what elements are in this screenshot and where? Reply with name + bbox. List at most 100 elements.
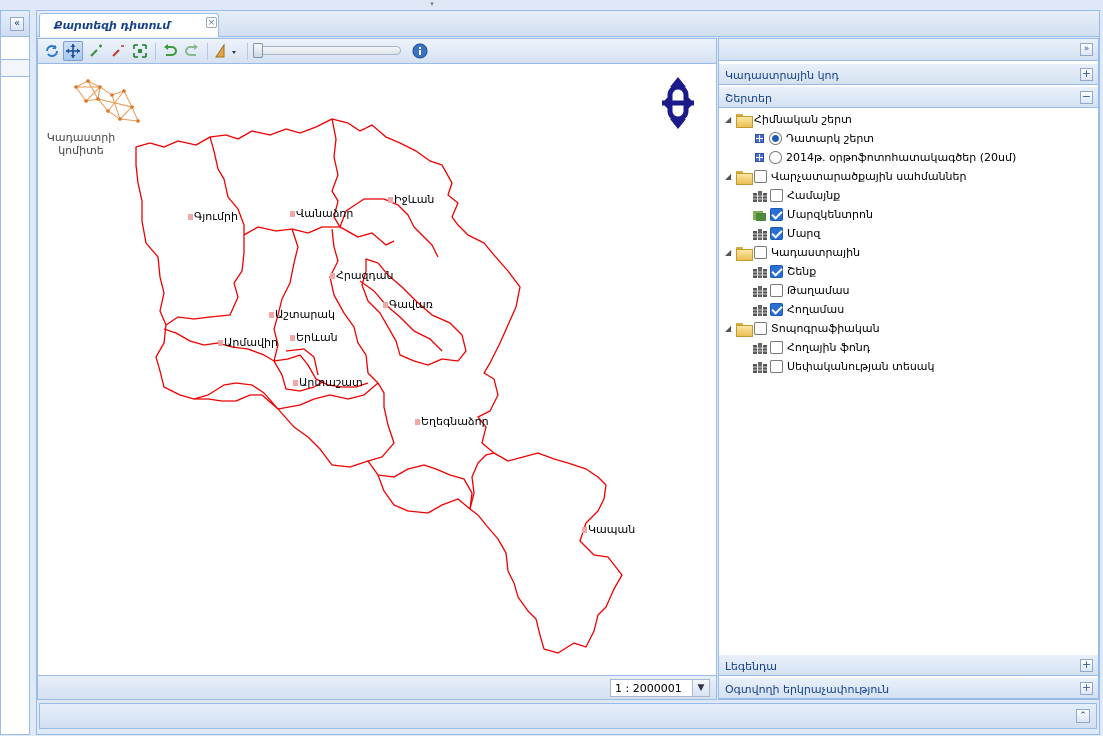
tree-node-admin[interactable]: ◢ Վարչատարածքային սահմաններ [725, 167, 966, 186]
full-extent-icon[interactable] [130, 41, 150, 61]
expand-panel-button[interactable]: » [1080, 43, 1093, 56]
tree-node-community[interactable]: Համայնք [753, 186, 840, 205]
checkbox-building[interactable] [770, 265, 783, 278]
checkbox-land-fund[interactable] [770, 341, 783, 354]
expand-icon[interactable]: + [1080, 68, 1093, 81]
tree-label: Հողային ֆոնդ [787, 341, 871, 354]
top-splitter[interactable]: ▾ [0, 0, 1103, 8]
layer-group-icon [753, 209, 767, 221]
tree-node-empty-layer[interactable]: Դատարկ շերտ [755, 129, 874, 148]
expand-arrow-icon[interactable]: ◢ [725, 115, 733, 124]
section-cadastral-code[interactable]: Կադաստրային կոդ + [719, 63, 1098, 85]
boundary [243, 226, 395, 246]
map-label-yerevan: Երևան [290, 331, 338, 344]
map-label-kapan: Կապան [582, 523, 635, 536]
checkbox-ownership[interactable] [770, 360, 783, 373]
toolbar-separator [155, 43, 156, 60]
boundary [367, 382, 395, 462]
raster-layer-icon [755, 134, 764, 143]
checkbox-community[interactable] [770, 189, 783, 202]
tree-node-land[interactable]: Հողամաս [753, 300, 844, 319]
boundary [285, 348, 319, 376]
section-layers[interactable]: Շերտեր − [719, 86, 1098, 108]
zoom-slider[interactable] [253, 46, 401, 55]
region-boundaries [135, 118, 623, 654]
radio-empty-layer[interactable] [769, 132, 782, 145]
undo-icon[interactable] [160, 41, 180, 61]
tree-node-ownership[interactable]: Սեփականության տեսակ [753, 357, 935, 376]
checkbox-topo[interactable] [754, 322, 767, 335]
collapse-icon[interactable]: − [1080, 91, 1093, 104]
boundary [469, 452, 495, 510]
tree-node-marz-center[interactable]: Մարզկենտրոն [753, 205, 873, 224]
tab-map-view[interactable]: Քարտեզի դիտում × [39, 13, 219, 37]
refresh-icon[interactable] [42, 41, 62, 61]
section-title: Լեգենդա [725, 660, 778, 673]
left-panel-strip [1, 59, 29, 77]
map-label-gyumri: Գյումրի [188, 210, 238, 223]
lake-shore [359, 280, 443, 352]
zoom-slider-thumb[interactable] [253, 43, 263, 58]
map-canvas[interactable]: Կադաստրի կոմիտե Գյումրի Վանաձոր Իջևան Հր… [38, 65, 716, 675]
checkbox-marz[interactable] [770, 227, 783, 240]
tab-strip: Քարտեզի դիտում × [37, 11, 1099, 37]
map-label-gavar: Գավառ [383, 298, 433, 311]
toolbar-separator [207, 43, 208, 60]
section-title: Կադաստրային կոդ [725, 69, 839, 82]
tree-node-topo[interactable]: ◢ Տոպոգրաֆիական [725, 319, 880, 338]
layers-panel-header: » [719, 39, 1098, 61]
scale-select[interactable]: 1 : 2000001 ▼ [610, 679, 710, 697]
checkbox-admin[interactable] [754, 170, 767, 183]
checkbox-land[interactable] [770, 303, 783, 316]
bottom-panel: ⌃ [39, 703, 1097, 729]
measure-icon[interactable] [212, 41, 240, 61]
pan-icon[interactable] [63, 41, 83, 61]
map-label-hrazdan: Հրազդան [330, 269, 394, 282]
zoom-in-icon[interactable] [86, 41, 106, 61]
checkbox-cadastral[interactable] [754, 246, 767, 259]
tree-node-quarter[interactable]: Թաղամաս [753, 281, 850, 300]
map-status-bar: 1 : 2000001 ▼ [38, 675, 716, 699]
chevron-down-icon[interactable]: ▼ [692, 680, 709, 696]
map-label-armavir: Արմավիր [218, 336, 278, 349]
info-icon[interactable] [410, 41, 430, 61]
expand-icon[interactable]: + [1080, 682, 1093, 695]
tree-label: Հողամաս [787, 303, 845, 316]
boundary [193, 382, 279, 410]
expand-icon[interactable]: + [1080, 659, 1093, 672]
map-toolbar [38, 39, 716, 64]
tree-label: Տոպոգրաֆիական [771, 322, 880, 335]
map-panel: Կադաստրի կոմիտե Գյումրի Վանաձոր Իջևան Հր… [37, 38, 717, 700]
expand-bottom-button[interactable]: ⌃ [1076, 709, 1090, 723]
folder-icon [736, 113, 753, 128]
close-tab-icon[interactable]: × [206, 17, 217, 28]
section-user-measurement[interactable]: Օգտվողի երկրաչափություն + [719, 677, 1098, 699]
main-tab-panel: Քարտեզի դիտում × Կադաստրի կոմիտե Գյումրի… [36, 10, 1100, 735]
tree-node-land-fund[interactable]: Հողային ֆոնդ [753, 338, 870, 357]
radio-ortho[interactable] [769, 151, 782, 164]
folder-icon [736, 170, 753, 185]
layer-stack-icon [753, 266, 767, 278]
collapse-left-button[interactable]: « [10, 17, 24, 31]
folder-icon [736, 322, 753, 337]
boundary [339, 198, 439, 258]
tree-node-base[interactable]: ◢ Հիմնական շերտ [725, 110, 852, 129]
tree-node-building[interactable]: Շենք [753, 262, 816, 281]
expand-arrow-icon[interactable]: ◢ [725, 172, 733, 181]
tree-node-marz[interactable]: Մարզ [753, 224, 820, 243]
tree-label: Դատարկ շերտ [786, 132, 875, 145]
toolbar-separator [247, 43, 248, 60]
checkbox-marz-center[interactable] [770, 208, 783, 221]
section-legend[interactable]: Լեգենդա + [719, 654, 1098, 676]
checkbox-quarter[interactable] [770, 284, 783, 297]
expand-arrow-icon[interactable]: ◢ [725, 324, 733, 333]
zoom-out-icon[interactable] [108, 41, 128, 61]
tree-node-cadastral[interactable]: ◢ Կադաստրային [725, 243, 860, 262]
raster-layer-icon [755, 153, 764, 162]
boundary [329, 228, 379, 384]
expand-arrow-icon[interactable]: ◢ [725, 248, 733, 257]
tree-node-ortho[interactable]: 2014թ. օրթոֆոտոհատակագծեր (20սմ) [755, 148, 1016, 167]
redo-icon[interactable] [182, 41, 202, 61]
section-title: Օգտվողի երկրաչափություն [725, 683, 890, 696]
boundary [377, 474, 471, 514]
